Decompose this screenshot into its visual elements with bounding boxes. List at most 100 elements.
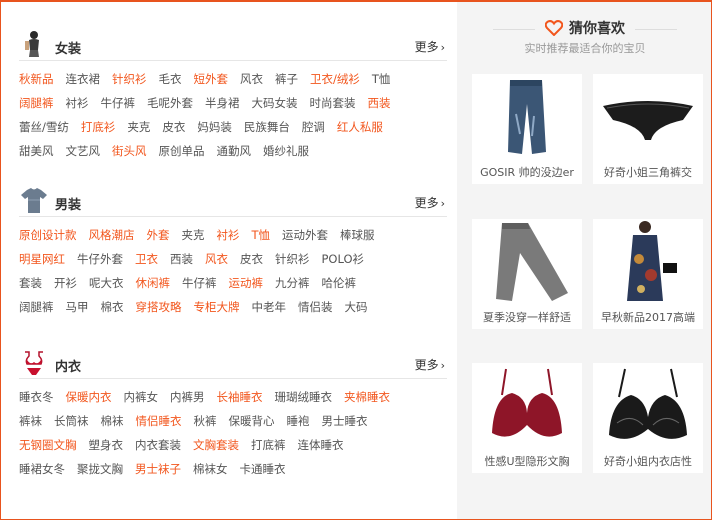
category-link[interactable]: 休闲裤 bbox=[136, 271, 171, 295]
category-link[interactable]: 九分裤 bbox=[275, 271, 310, 295]
product-card[interactable]: GOSIR 帅的没边er bbox=[472, 74, 582, 184]
category-link[interactable]: 打底裤 bbox=[251, 433, 286, 457]
category-link[interactable]: 腔调 bbox=[302, 115, 325, 139]
category-link[interactable]: 文胸套装 bbox=[193, 433, 239, 457]
category-link[interactable]: 短外套 bbox=[194, 67, 229, 91]
category-link[interactable]: 长袖睡衣 bbox=[217, 385, 263, 409]
category-link[interactable]: 毛呢外套 bbox=[147, 91, 193, 115]
category-link[interactable]: 棉衣 bbox=[101, 295, 124, 319]
product-caption: GOSIR 帅的没边er bbox=[480, 166, 574, 179]
category-link[interactable]: POLO衫 bbox=[322, 247, 365, 271]
category-link[interactable]: T恤 bbox=[252, 223, 271, 247]
category-link[interactable]: 穿搭攻略 bbox=[136, 295, 182, 319]
category-link[interactable]: 情侣睡衣 bbox=[136, 409, 182, 433]
category-link[interactable]: 裤子 bbox=[275, 67, 298, 91]
category-link[interactable]: 牛仔裤 bbox=[182, 271, 217, 295]
category-link[interactable]: 马甲 bbox=[66, 295, 89, 319]
category-link[interactable]: 毛衣 bbox=[159, 67, 182, 91]
category-link[interactable]: 原创单品 bbox=[159, 139, 205, 163]
category-link[interactable]: 夹棉睡衣 bbox=[344, 385, 390, 409]
category-link[interactable]: 套装 bbox=[19, 271, 42, 295]
category-link[interactable]: 外套 bbox=[147, 223, 170, 247]
category-link[interactable]: 中老年 bbox=[252, 295, 287, 319]
category-link[interactable]: 棒球服 bbox=[340, 223, 375, 247]
category-link[interactable]: 皮衣 bbox=[240, 247, 263, 271]
product-card[interactable]: 好奇小姐内衣店性 bbox=[593, 363, 703, 473]
category-link[interactable]: 衬衫 bbox=[66, 91, 89, 115]
product-card[interactable]: 性感U型隐形文胸 bbox=[472, 363, 582, 473]
category-link[interactable]: 通勤风 bbox=[217, 139, 252, 163]
category-link[interactable]: 牛仔外套 bbox=[77, 247, 123, 271]
category-link[interactable]: 保暖内衣 bbox=[66, 385, 112, 409]
category-link[interactable]: 呢大衣 bbox=[89, 271, 124, 295]
category-link[interactable]: 阔腿裤 bbox=[19, 91, 54, 115]
category-link[interactable]: 风衣 bbox=[240, 67, 263, 91]
category-link[interactable]: 卫衣 bbox=[135, 247, 158, 271]
category-link[interactable]: 民族舞台 bbox=[244, 115, 290, 139]
category-link[interactable]: 长筒袜 bbox=[54, 409, 89, 433]
category-link[interactable]: 夹克 bbox=[182, 223, 205, 247]
product-card[interactable]: 早秋新品2017高端 bbox=[593, 219, 703, 329]
category-link[interactable]: 时尚套装 bbox=[310, 91, 356, 115]
category-link[interactable]: 蕾丝/雪纺 bbox=[19, 115, 69, 139]
category-link[interactable]: 连衣裙 bbox=[66, 67, 101, 91]
category-link[interactable]: 风格潮店 bbox=[89, 223, 135, 247]
category-link[interactable]: 大码女装 bbox=[252, 91, 298, 115]
category-link[interactable]: 卫衣/绒衫 bbox=[310, 67, 360, 91]
category-link[interactable]: 男士袜子 bbox=[135, 457, 181, 481]
category-link[interactable]: 棉袜女 bbox=[193, 457, 228, 481]
category-link[interactable]: 保暖背心 bbox=[229, 409, 275, 433]
category-link[interactable]: 内衣套装 bbox=[135, 433, 181, 457]
category-link[interactable]: 夹克 bbox=[127, 115, 150, 139]
category-link[interactable]: 裤袜 bbox=[19, 409, 42, 433]
category-link[interactable]: 聚拢文胸 bbox=[77, 457, 123, 481]
category-link[interactable]: 运动裤 bbox=[229, 271, 264, 295]
category-link[interactable]: 打底衫 bbox=[81, 115, 116, 139]
category-link[interactable]: 情侣装 bbox=[298, 295, 333, 319]
category-link[interactable]: 卡通睡衣 bbox=[240, 457, 286, 481]
more-link[interactable]: 更多 › bbox=[415, 38, 445, 55]
category-link[interactable]: 睡衣冬 bbox=[19, 385, 54, 409]
category-link[interactable]: 甜美风 bbox=[19, 139, 54, 163]
category-link[interactable]: 原创设计款 bbox=[19, 223, 77, 247]
category-link[interactable]: 婚纱礼服 bbox=[263, 139, 309, 163]
category-link[interactable]: 衬衫 bbox=[217, 223, 240, 247]
category-link[interactable]: 男士睡衣 bbox=[322, 409, 368, 433]
category-link[interactable]: 街头风 bbox=[112, 139, 147, 163]
category-link[interactable]: T恤 bbox=[372, 67, 391, 91]
category-link[interactable]: 文艺风 bbox=[66, 139, 101, 163]
category-link[interactable]: 风衣 bbox=[205, 247, 228, 271]
category-link[interactable]: 珊瑚绒睡衣 bbox=[275, 385, 333, 409]
category-link[interactable]: 睡袍 bbox=[287, 409, 310, 433]
category-link[interactable]: 塑身衣 bbox=[89, 433, 124, 457]
more-link[interactable]: 更多 › bbox=[415, 194, 445, 211]
category-link[interactable]: 大码 bbox=[345, 295, 368, 319]
more-link[interactable]: 更多 › bbox=[415, 356, 445, 373]
category-link[interactable]: 红人私服 bbox=[337, 115, 383, 139]
product-card[interactable]: 夏季没穿一样舒适 bbox=[472, 219, 582, 329]
category-link[interactable]: 睡裙女冬 bbox=[19, 457, 65, 481]
category-link[interactable]: 无钢圈文胸 bbox=[19, 433, 77, 457]
category-link[interactable]: 西装 bbox=[170, 247, 193, 271]
category-link[interactable]: 哈伦裤 bbox=[322, 271, 357, 295]
product-card[interactable]: 好奇小姐三角裤交 bbox=[593, 74, 703, 184]
category-link[interactable]: 阔腿裤 bbox=[19, 295, 54, 319]
category-link[interactable]: 棉袜 bbox=[101, 409, 124, 433]
category-link[interactable]: 明星网红 bbox=[19, 247, 65, 271]
category-link[interactable]: 连体睡衣 bbox=[298, 433, 344, 457]
category-link[interactable]: 内裤女 bbox=[124, 385, 159, 409]
category-link[interactable]: 针织衫 bbox=[112, 67, 147, 91]
category-link[interactable]: 专柜大牌 bbox=[194, 295, 240, 319]
category-link[interactable]: 内裤男 bbox=[170, 385, 205, 409]
category-link[interactable]: 西装 bbox=[368, 91, 391, 115]
category-link[interactable]: 皮衣 bbox=[162, 115, 185, 139]
category-link[interactable]: 妈妈装 bbox=[197, 115, 232, 139]
category-link[interactable]: 运动外套 bbox=[282, 223, 328, 247]
category-link[interactable]: 半身裙 bbox=[205, 91, 240, 115]
section-mens: 男装 更多 › 原创设计款 风格潮店 外套 夹克 衬衫 T恤 运动外套 棒球服 明星网红 牛仔外套卫… bbox=[19, 186, 447, 319]
category-link[interactable]: 针织衫 bbox=[275, 247, 310, 271]
category-link[interactable]: 秋新品 bbox=[19, 67, 54, 91]
category-link[interactable]: 牛仔裤 bbox=[101, 91, 136, 115]
category-link[interactable]: 开衫 bbox=[54, 271, 77, 295]
category-link[interactable]: 秋裤 bbox=[194, 409, 217, 433]
